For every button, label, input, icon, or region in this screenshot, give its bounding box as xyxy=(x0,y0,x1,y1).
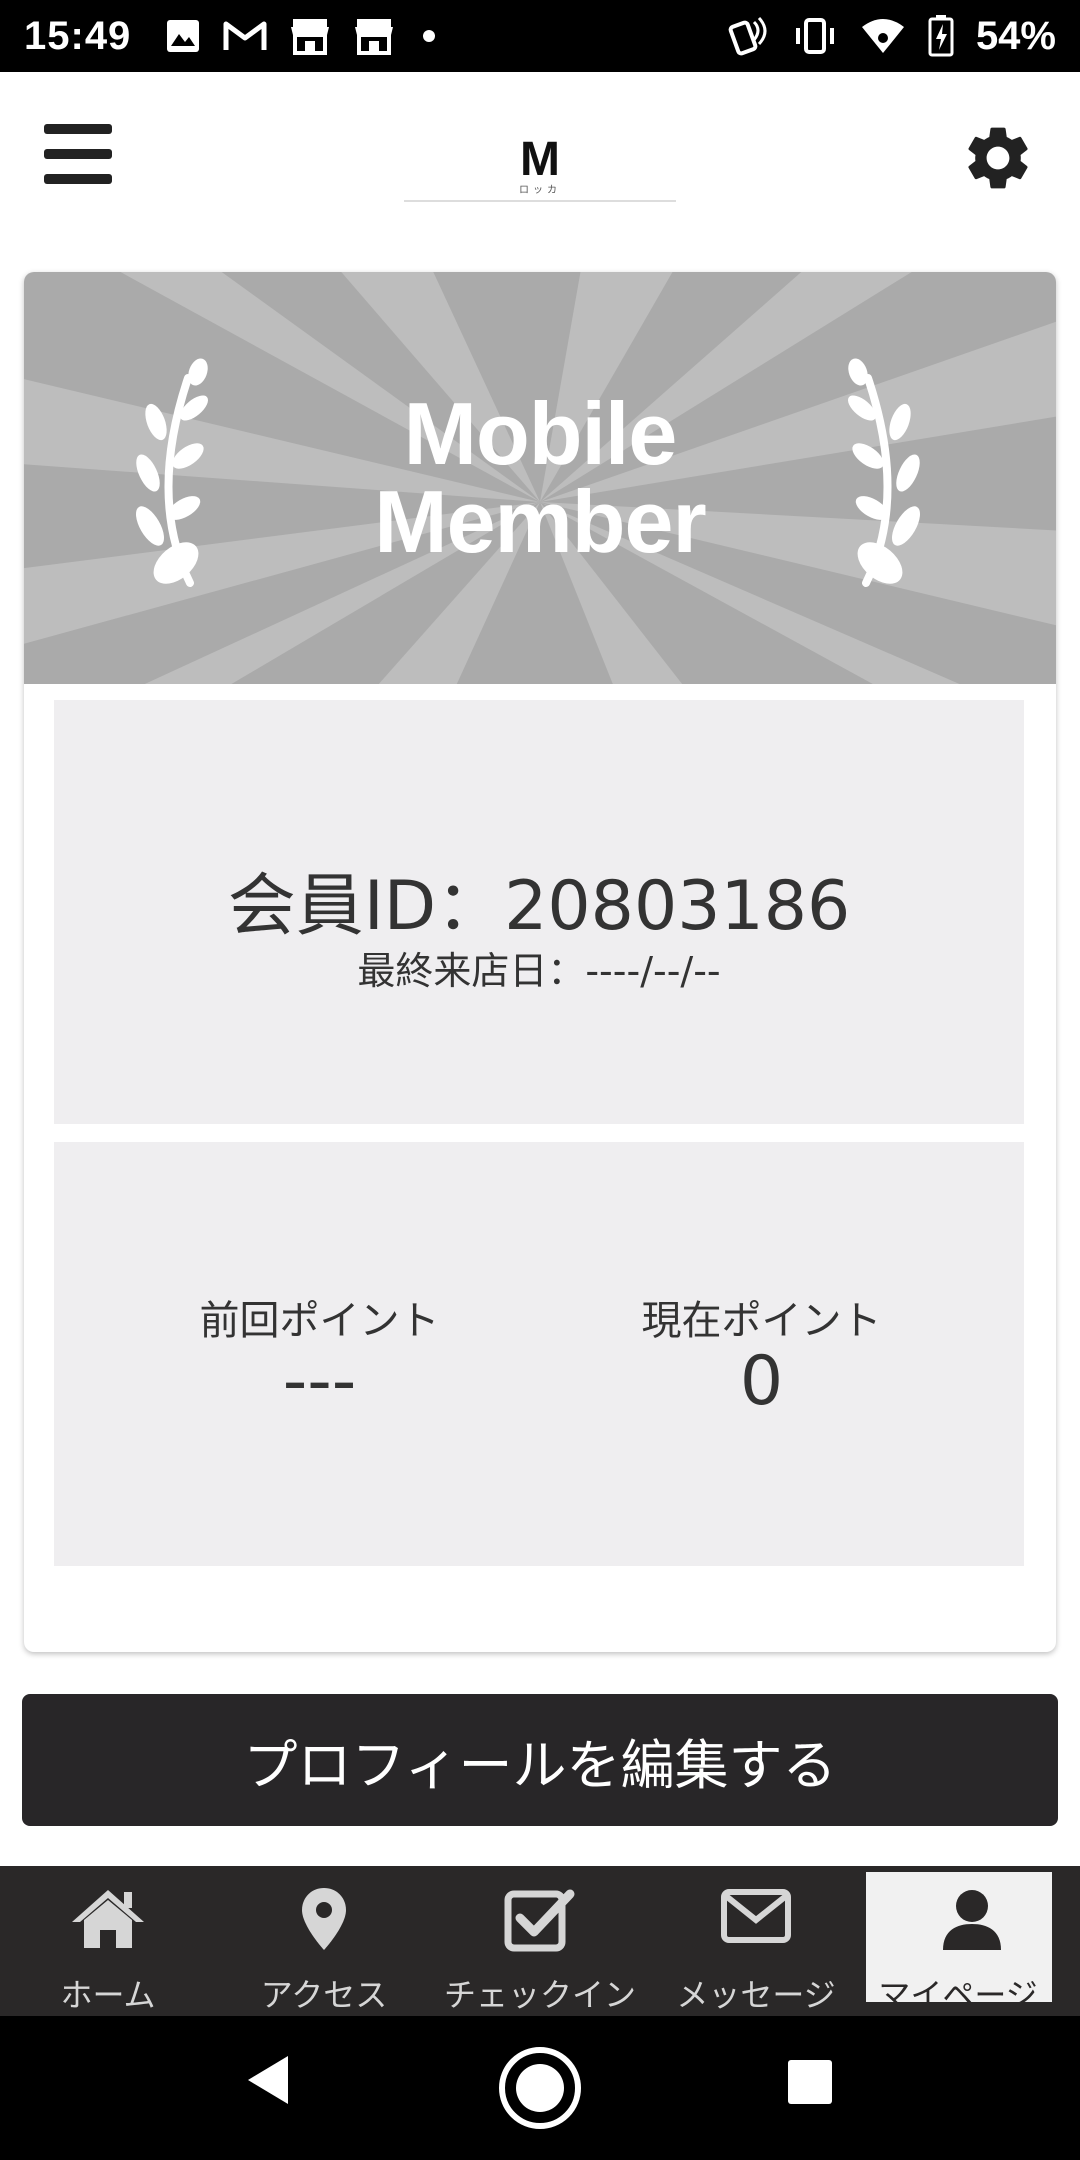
home-circle-icon[interactable] xyxy=(498,2046,582,2130)
notification-icons xyxy=(165,17,441,55)
battery-icon xyxy=(928,15,954,57)
previous-points-label: 前回ポイント xyxy=(199,1298,440,1344)
nfc-icon xyxy=(728,16,767,56)
member-id-panel: 会員ID：20803186 最終来店日：----/--/-- xyxy=(54,700,1024,1124)
member-card: Mobile Member 会員ID：20803186 最終来店日：----/-… xyxy=(24,272,1056,1652)
nav-checkin-label: チェックイン xyxy=(443,1976,636,2014)
menu-button[interactable] xyxy=(44,124,116,188)
person-icon xyxy=(943,1890,1001,1950)
banner-title-line1: Mobile xyxy=(403,384,678,483)
system-icons: 54% xyxy=(726,14,1056,59)
store-icon xyxy=(291,19,330,55)
gear-icon xyxy=(968,127,1028,189)
nav-mypage-label: マイページ xyxy=(878,1976,1038,2014)
nav-home-label: ホーム xyxy=(60,1976,156,2014)
points-panel: 前回ポイント --- 現在ポイント 0 xyxy=(54,1142,1024,1566)
hamburger-line xyxy=(44,149,112,159)
logo-text: M xyxy=(520,133,560,186)
hamburger-menu-icon xyxy=(44,124,112,134)
image-icon xyxy=(167,20,200,52)
member-banner: Mobile Member xyxy=(24,272,1056,684)
edit-profile-button[interactable]: プロフィールを編集する xyxy=(22,1694,1058,1826)
checkbox-icon xyxy=(504,1889,575,1952)
current-points-label: 現在ポイント xyxy=(641,1298,882,1344)
system-nav-bar xyxy=(0,2016,1080,2160)
member-id: 会員ID：20803186 xyxy=(227,867,851,946)
status-bar: 15:49 54% xyxy=(0,0,1080,72)
back-icon[interactable] xyxy=(244,2052,292,2108)
wifi-icon xyxy=(861,19,904,53)
dot-icon xyxy=(423,30,436,42)
vibrate-icon xyxy=(795,18,834,54)
nav-access[interactable]: アクセス xyxy=(216,1866,432,2016)
recents-icon[interactable] xyxy=(786,2058,834,2106)
gmail-icon xyxy=(223,21,267,50)
banner-title-line2: Member xyxy=(374,472,706,571)
settings-button[interactable] xyxy=(960,120,1036,196)
current-points: 現在ポイント 0 xyxy=(539,1142,1024,1566)
bottom-nav: ホーム アクセス チェックイン メッセージ マイページ xyxy=(0,1866,1080,2016)
previous-points: 前回ポイント --- xyxy=(54,1142,539,1566)
nav-checkin[interactable]: チェックイン xyxy=(432,1866,648,2016)
previous-points-value: --- xyxy=(282,1342,357,1421)
status-time: 15:49 xyxy=(24,13,132,58)
store-icon xyxy=(355,19,394,55)
last-visit-date: 最終来店日：----/--/-- xyxy=(357,949,721,993)
hamburger-line xyxy=(44,174,112,184)
envelope-icon xyxy=(721,1889,791,1943)
nav-message-label: メッセージ xyxy=(676,1976,836,2014)
map-pin-icon xyxy=(302,1888,346,1950)
nav-home[interactable]: ホーム xyxy=(0,1866,216,2016)
home-icon xyxy=(72,1890,144,1948)
banner-title: Mobile Member xyxy=(24,390,1056,566)
nav-access-label: アクセス xyxy=(260,1976,388,2014)
nav-message[interactable]: メッセージ xyxy=(648,1866,864,2016)
battery-percent: 54% xyxy=(975,13,1056,58)
app-header: M ロッカ xyxy=(0,72,1080,260)
current-points-value: 0 xyxy=(739,1342,784,1421)
logo[interactable]: M ロッカ xyxy=(404,102,676,202)
logo-subtext: ロッカ xyxy=(519,185,561,196)
nav-mypage[interactable]: マイページ xyxy=(864,1866,1080,2016)
